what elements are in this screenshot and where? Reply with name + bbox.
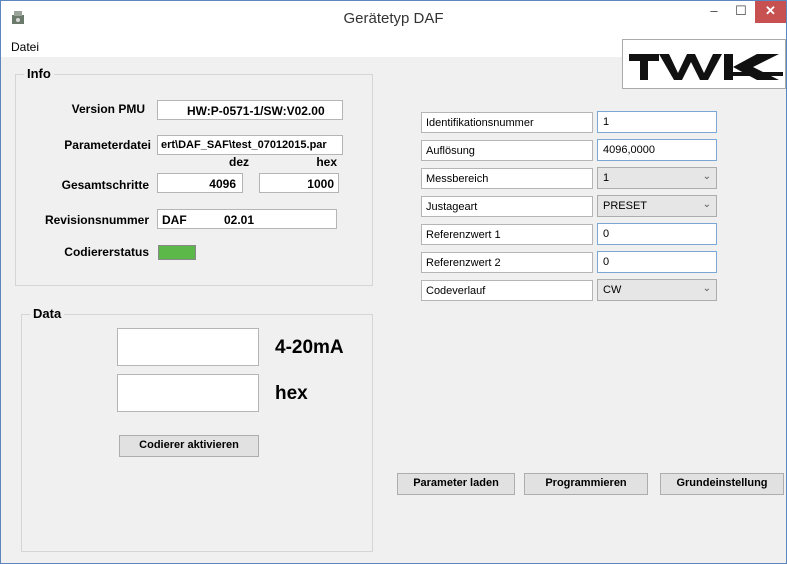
application-window: Gerätetyp DAF – ☐ ✕ Datei Info Version P… (0, 0, 787, 564)
id-input[interactable]: 1 (597, 111, 717, 133)
chevron-down-icon: ⌄ (702, 283, 711, 294)
revision-type: DAF (162, 213, 187, 227)
adjust-select[interactable]: PRESET ⌄ (597, 195, 717, 217)
version-field: HW:P-0571-1/SW:V02.00 (157, 100, 343, 120)
load-parameters-button[interactable]: Parameter laden (397, 473, 515, 495)
default-settings-button[interactable]: Grundeinstellung (660, 473, 784, 495)
code-label: Codeverlauf (421, 280, 593, 301)
activate-coder-button[interactable]: Codierer aktivieren (119, 435, 259, 457)
steps-label: Gesamtschritte (61, 178, 149, 192)
hex-value-field (117, 374, 259, 412)
range-label: Messbereich (421, 168, 593, 189)
ref2-input[interactable]: 0 (597, 251, 717, 273)
window-title: Gerätetyp DAF (343, 10, 444, 27)
adjust-select-value: PRESET (603, 200, 648, 212)
id-label: Identifikationsnummer (421, 112, 593, 133)
revision-label: Revisionsnummer (44, 213, 149, 227)
close-button[interactable]: ✕ (755, 1, 786, 23)
revision-value: 02.01 (224, 213, 255, 227)
adjust-label: Justageart (421, 196, 593, 217)
info-group-title: Info (24, 66, 54, 81)
ref2-label: Referenzwert 2 (421, 252, 593, 273)
current-value-field (117, 328, 259, 366)
revision-field: DAF 02.01 (157, 209, 337, 229)
code-select-value: CW (603, 284, 622, 296)
twk-logo (622, 39, 786, 89)
param-file-field[interactable]: ert\DAF_SAF\test_07012015.par (157, 135, 343, 155)
hex-label: hex (316, 155, 337, 169)
twk-logo-mark (629, 54, 783, 80)
maximize-button[interactable]: ☐ (728, 1, 754, 23)
steps-dez-field: 4096 (157, 173, 243, 193)
data-group-title: Data (30, 306, 65, 321)
dez-label: dez (228, 155, 249, 169)
ref1-input[interactable]: 0 (597, 223, 717, 245)
program-button[interactable]: Programmieren (524, 473, 648, 495)
param-file-label: Parameterdatei (64, 138, 151, 152)
hex-unit-label: hex (275, 383, 308, 404)
steps-hex-field: 1000 (259, 173, 339, 193)
range-select-value: 1 (603, 172, 610, 184)
coder-status-indicator (158, 245, 196, 260)
minimize-button[interactable]: – (701, 1, 727, 23)
chevron-down-icon: ⌄ (702, 171, 711, 182)
current-unit-label: 4-20mA (275, 337, 344, 358)
chevron-down-icon: ⌄ (702, 199, 711, 210)
menu-file[interactable]: Datei (11, 40, 39, 54)
resolution-label: Auflösung (421, 140, 593, 161)
range-select[interactable]: 1 ⌄ (597, 167, 717, 189)
ref1-label: Referenzwert 1 (421, 224, 593, 245)
title-bar[interactable]: Gerätetyp DAF – ☐ ✕ (1, 1, 786, 35)
resolution-input[interactable]: 4096,0000 (597, 139, 717, 161)
version-label: Version PMU (71, 102, 145, 116)
coder-status-label: Codiererstatus (64, 245, 149, 259)
code-select[interactable]: CW ⌄ (597, 279, 717, 301)
